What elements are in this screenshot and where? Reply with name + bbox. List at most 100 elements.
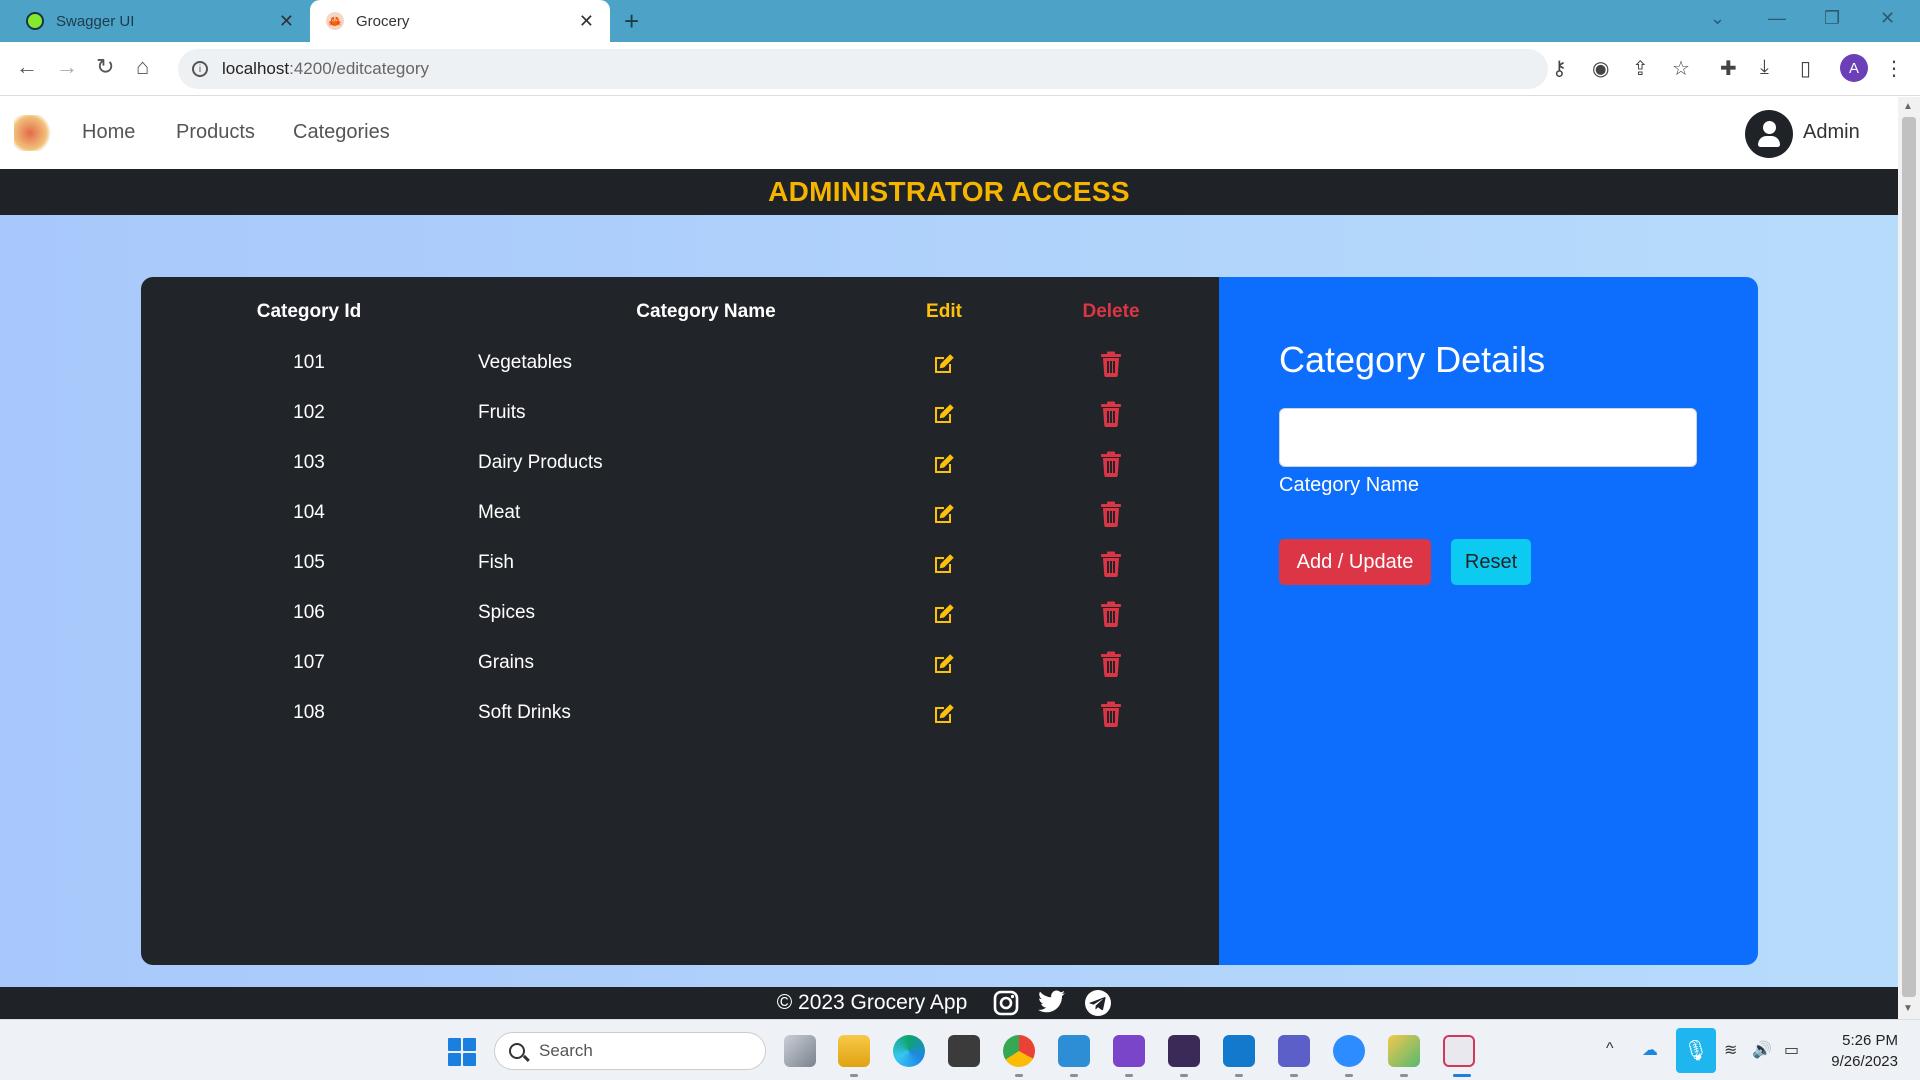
edit-icon[interactable] <box>932 552 956 576</box>
home-icon[interactable]: ⌂ <box>136 54 149 80</box>
table-row: 108 Soft Drinks <box>141 688 1219 738</box>
zoom-icon[interactable] <box>1333 1035 1365 1067</box>
close-icon[interactable]: ✕ <box>279 11 294 32</box>
brand-logo[interactable] <box>14 115 54 151</box>
category-id: 108 <box>293 702 325 723</box>
eye-slash-icon[interactable]: ◉ <box>1592 56 1609 81</box>
trash-icon[interactable] <box>1100 551 1122 577</box>
tab-title: Swagger UI <box>56 12 135 30</box>
trash-icon[interactable] <box>1100 351 1122 377</box>
share-icon[interactable]: ⇪ <box>1632 56 1649 81</box>
show-hidden-icons-chevron-icon[interactable]: ^ <box>1606 1040 1614 1058</box>
onedrive-icon[interactable]: ☁ <box>1642 1040 1658 1060</box>
chrome-icon[interactable] <box>1003 1035 1035 1067</box>
edit-icon[interactable] <box>932 652 956 676</box>
user-name[interactable]: Admin <box>1803 121 1860 144</box>
minimize-icon[interactable]: — <box>1768 8 1786 29</box>
forward-arrow-icon[interactable]: → <box>56 54 78 80</box>
extensions-puzzle-icon[interactable]: ✚ <box>1720 56 1737 81</box>
edit-icon[interactable] <box>932 602 956 626</box>
table-row: 105 Fish <box>141 538 1219 588</box>
visual-studio-icon[interactable] <box>1113 1035 1145 1067</box>
trash-icon[interactable] <box>1100 601 1122 627</box>
table-row: 104 Meat <box>141 488 1219 538</box>
wifi-icon[interactable]: ≋ <box>1724 1040 1737 1060</box>
microphone-icon[interactable]: 🎙 <box>1676 1028 1716 1073</box>
edit-icon[interactable] <box>932 452 956 476</box>
category-id: 102 <box>293 402 325 423</box>
bookmark-star-icon[interactable]: ☆ <box>1672 56 1690 81</box>
table-row: 106 Spices <box>141 588 1219 638</box>
category-details-panel: Category Details Category Name Add / Upd… <box>1219 277 1758 965</box>
vscode-icon[interactable] <box>1223 1035 1255 1067</box>
nav-categories[interactable]: Categories <box>293 121 390 144</box>
trash-icon[interactable] <box>1100 451 1122 477</box>
new-tab-button[interactable]: + <box>624 6 639 37</box>
side-panel-icon[interactable]: ▯ <box>1800 56 1811 81</box>
system-clock[interactable]: 5:26 PM 9/26/2023 <box>1820 1030 1898 1072</box>
nav-home[interactable]: Home <box>82 121 135 144</box>
close-window-icon[interactable]: ✕ <box>1880 8 1895 29</box>
category-name: Fish <box>478 552 514 573</box>
trash-icon[interactable] <box>1100 651 1122 677</box>
profile-avatar[interactable]: A <box>1840 54 1868 82</box>
edge-icon[interactable] <box>893 1035 925 1067</box>
instagram-icon[interactable] <box>991 988 1021 1018</box>
category-name: Soft Drinks <box>478 702 571 723</box>
trash-icon[interactable] <box>1100 401 1122 427</box>
menu-kebab-icon[interactable]: ⋮ <box>1884 56 1904 81</box>
battery-icon[interactable]: ▭ <box>1784 1040 1799 1060</box>
terminal-icon[interactable] <box>1168 1035 1200 1067</box>
store-icon[interactable] <box>948 1035 980 1067</box>
user-avatar-icon[interactable] <box>1745 110 1793 158</box>
category-id: 106 <box>293 602 325 623</box>
browser-tab-strip: Swagger UI ✕ 🦀 Grocery ✕ + ⌄ — ❐ ✕ <box>0 0 1920 42</box>
tab-swagger-ui[interactable]: Swagger UI ✕ <box>10 0 310 42</box>
footer: © 2023 Grocery App <box>0 987 1898 1019</box>
tab-grocery[interactable]: 🦀 Grocery ✕ <box>310 0 610 42</box>
banner-title: ADMINISTRATOR ACCESS <box>768 176 1130 207</box>
back-arrow-icon[interactable]: ← <box>16 54 38 80</box>
reload-icon[interactable]: ↻ <box>96 54 114 80</box>
taskbar-search[interactable]: Search <box>494 1032 766 1070</box>
nav-products[interactable]: Products <box>176 121 255 144</box>
admin-banner: ADMINISTRATOR ACCESS <box>0 169 1898 215</box>
category-id: 103 <box>293 452 325 473</box>
twitter-icon[interactable] <box>1037 988 1067 1018</box>
restore-icon[interactable]: ❐ <box>1824 8 1840 29</box>
key-icon[interactable]: ⚷ <box>1552 56 1567 81</box>
trash-icon[interactable] <box>1100 701 1122 727</box>
grocery-favicon-icon: 🦀 <box>326 12 344 30</box>
tab-search-chevron-icon[interactable]: ⌄ <box>1710 8 1725 29</box>
scrollbar-thumb[interactable] <box>1902 117 1916 997</box>
trash-icon[interactable] <box>1100 501 1122 527</box>
url-field[interactable]: i localhost:4200/editcategory <box>178 49 1548 89</box>
category-name-input[interactable] <box>1279 408 1697 467</box>
page-scrollbar[interactable]: ▲ ▼ <box>1898 97 1920 1019</box>
close-icon[interactable]: ✕ <box>579 11 594 32</box>
add-update-button[interactable]: Add / Update <box>1279 539 1431 585</box>
snipping-tool-icon[interactable] <box>1443 1035 1475 1067</box>
url-path: :4200/editcategory <box>289 59 429 78</box>
form-title: Category Details <box>1279 339 1546 380</box>
telegram-icon[interactable] <box>1083 988 1113 1018</box>
notepad-icon[interactable] <box>1058 1035 1090 1067</box>
edit-icon[interactable] <box>932 402 956 426</box>
volume-icon[interactable]: 🔊 <box>1752 1040 1772 1060</box>
swagger-favicon-icon <box>26 12 44 30</box>
paint-icon[interactable] <box>1388 1035 1420 1067</box>
edit-icon[interactable] <box>932 502 956 526</box>
scroll-up-icon[interactable]: ▲ <box>1903 101 1913 112</box>
task-view-icon[interactable] <box>784 1035 816 1067</box>
edit-icon[interactable] <box>932 702 956 726</box>
site-info-icon[interactable]: i <box>192 61 208 77</box>
category-name: Spices <box>478 602 536 623</box>
scroll-down-icon[interactable]: ▼ <box>1903 1003 1913 1014</box>
windows-start-icon[interactable] <box>448 1038 476 1066</box>
file-explorer-icon[interactable] <box>838 1035 870 1067</box>
edit-icon[interactable] <box>932 352 956 376</box>
reset-button[interactable]: Reset <box>1451 539 1531 585</box>
table-row: 107 Grains <box>141 638 1219 688</box>
download-icon[interactable]: ⤓ <box>1760 56 1769 79</box>
teams-icon[interactable] <box>1278 1035 1310 1067</box>
